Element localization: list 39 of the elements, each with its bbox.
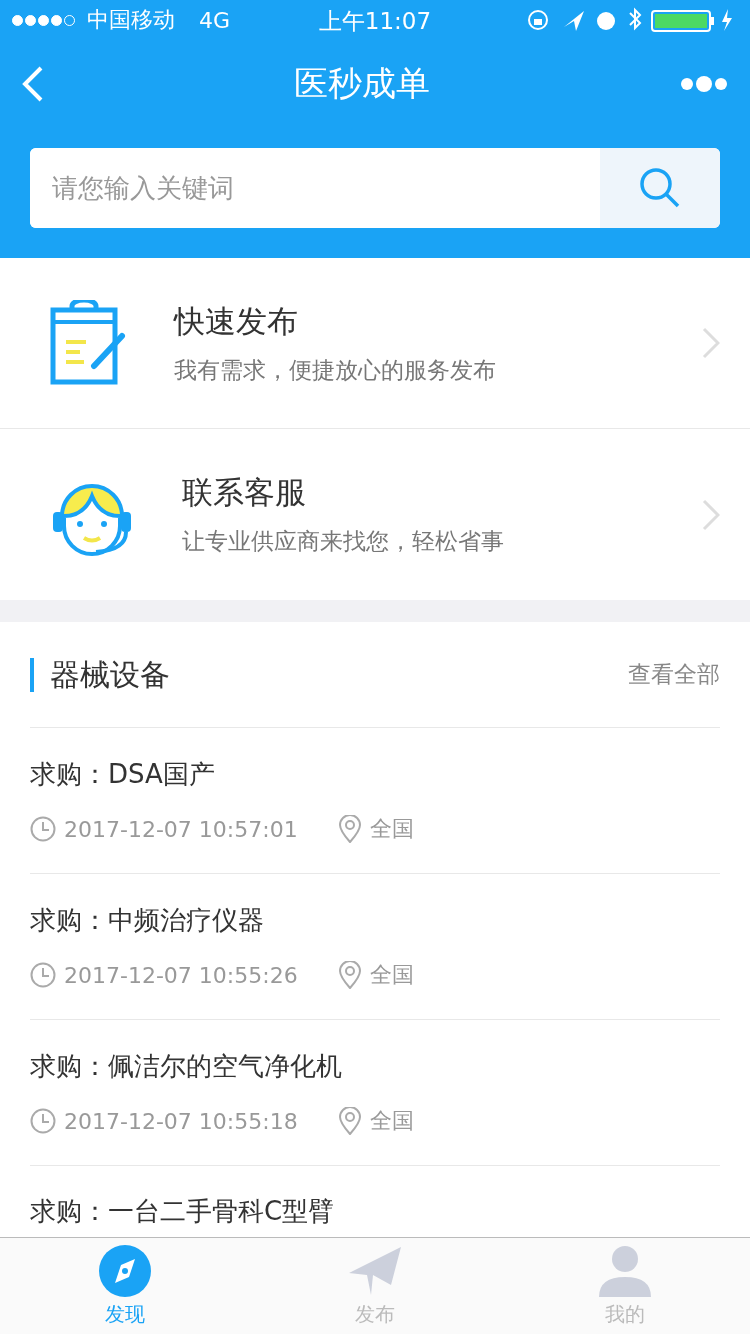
request-region: 全国: [369, 961, 414, 989]
carrier-label: 中国移动: [87, 6, 175, 34]
chevron-right-icon: [702, 498, 720, 531]
view-all-link[interactable]: 查看全部: [628, 659, 720, 690]
more-icon[interactable]: [680, 75, 728, 93]
location-pin-icon: [337, 815, 362, 843]
request-item[interactable]: 求购：DSA国产 2017-12-07 10:57:01 全国: [30, 728, 720, 874]
compass-icon: [99, 1244, 151, 1297]
location-pin-icon: [337, 961, 362, 989]
status-time: 上午11:07: [318, 7, 432, 36]
request-title: 求购：佩洁尔的空气净化机: [30, 1050, 343, 1083]
request-title: 求购：中频治疗仪器: [30, 904, 265, 937]
request-title: 求购：一台二手骨科C型臂: [30, 1195, 336, 1228]
page-title: 医秒成单: [294, 62, 430, 105]
clock-icon: [30, 962, 56, 988]
request-time: 2017-12-07 10:55:26: [64, 962, 298, 988]
back-icon[interactable]: [22, 66, 44, 102]
entry-title: 快速发布: [174, 301, 299, 341]
chevron-right-icon: [702, 327, 720, 359]
search-icon: [639, 167, 681, 209]
request-item[interactable]: 求购：佩洁尔的空气净化机 2017-12-07 10:55:18 全国: [30, 1020, 720, 1166]
search-button[interactable]: [600, 148, 720, 228]
user-icon: [598, 1244, 652, 1297]
search-bar[interactable]: 请您输入关键词: [30, 148, 720, 228]
request-region: 全国: [369, 815, 414, 843]
request-item[interactable]: 求购：中频治疗仪器 2017-12-07 10:55:26 全国: [30, 874, 720, 1020]
entry-subtitle: 让专业供应商来找您，轻松省事: [182, 527, 505, 556]
request-time: 2017-12-07 10:57:01: [64, 816, 298, 842]
request-region: 全国: [369, 1107, 414, 1135]
location-pin-icon: [337, 1107, 362, 1135]
clipboard-pen-icon: [50, 300, 126, 386]
clock-icon: [30, 1108, 56, 1134]
section-title: 器械设备: [30, 657, 170, 692]
request-time: 2017-12-07 10:55:18: [64, 1108, 298, 1134]
entry-title: 联系客服: [182, 473, 307, 512]
request-title: 求购：DSA国产: [30, 758, 216, 791]
entry-subtitle: 我有需求，便捷放心的服务发布: [174, 355, 497, 385]
clock-icon: [30, 816, 56, 842]
network-label: 4G: [199, 7, 231, 33]
